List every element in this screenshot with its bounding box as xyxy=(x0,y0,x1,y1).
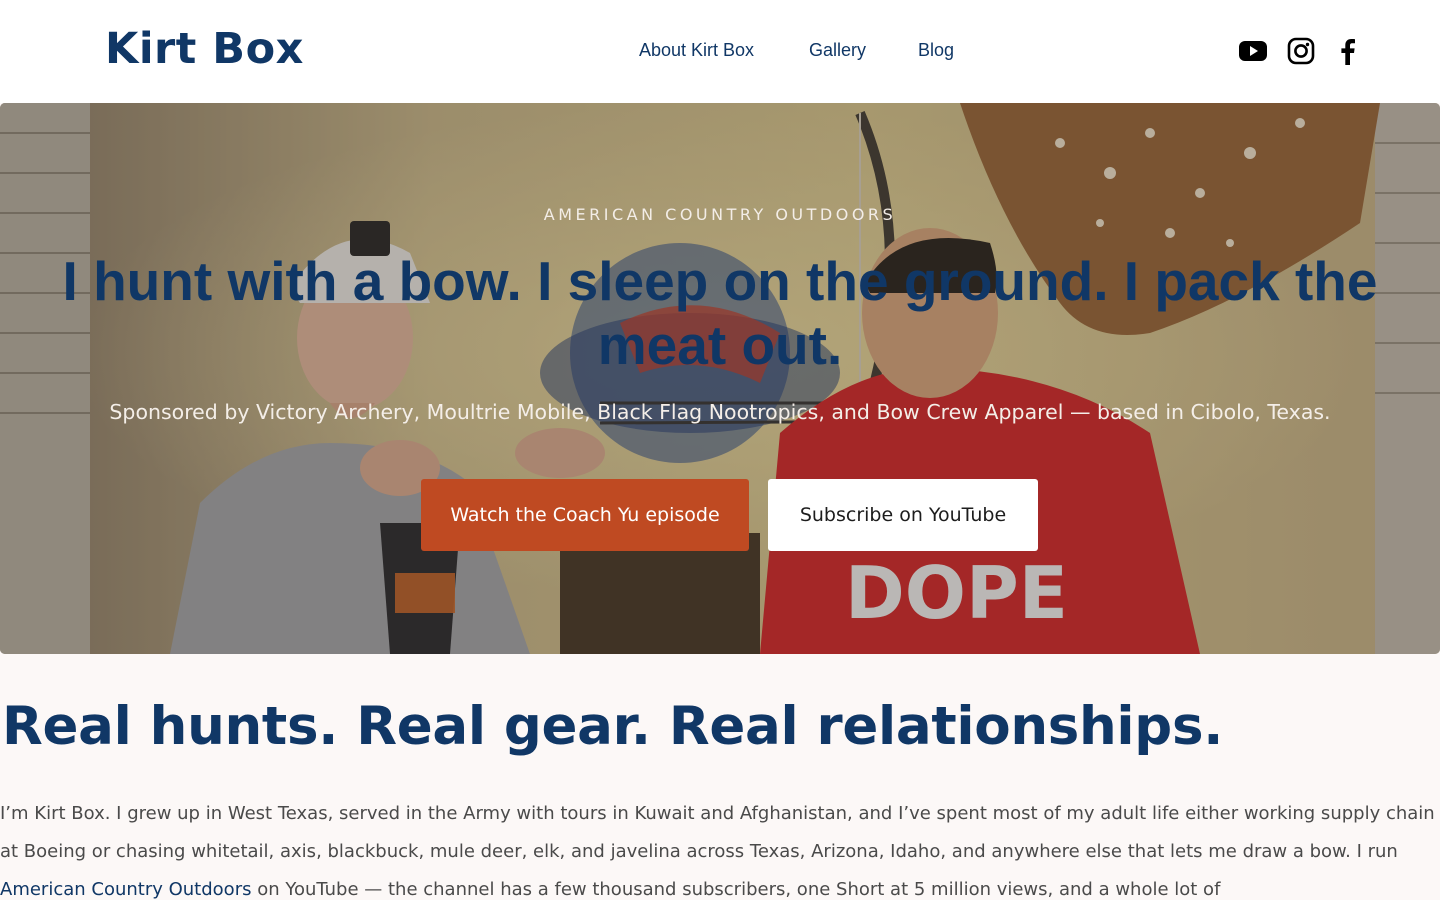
youtube-icon[interactable] xyxy=(1238,36,1268,66)
site-header: Kirt Box About Kirt Box Gallery Blog xyxy=(0,0,1440,103)
instagram-icon[interactable] xyxy=(1287,36,1315,66)
main-nav: About Kirt Box Gallery Blog xyxy=(0,40,1440,64)
hero-subtitle: Sponsored by Victory Archery, Moultrie M… xyxy=(109,400,1331,424)
watch-episode-button[interactable]: Watch the Coach Yu episode xyxy=(421,479,749,551)
intro-text-end: on YouTube — the channel has a few thous… xyxy=(251,879,1221,900)
channel-link[interactable]: American Country Outdoors xyxy=(0,879,251,900)
hero-overlay xyxy=(0,103,1440,654)
subscribe-youtube-button[interactable]: Subscribe on YouTube xyxy=(768,479,1038,551)
hero-headline: I hunt with a bow. I sleep on the ground… xyxy=(62,250,1378,376)
intro-paragraph: I’m Kirt Box. I grew up in West Texas, s… xyxy=(0,795,1440,900)
hero-eyebrow: AMERICAN COUNTRY OUTDOORS xyxy=(543,205,897,224)
intro-heading: Real hunts. Real gear. Real relationship… xyxy=(2,696,1224,757)
facebook-icon[interactable] xyxy=(1335,36,1361,66)
nav-gallery[interactable]: Gallery xyxy=(809,40,866,61)
hero-section: DOPE AMERICAN COUNTRY OUTDOORS I hunt wi… xyxy=(0,103,1440,654)
nav-blog[interactable]: Blog xyxy=(918,40,954,61)
intro-text-start: I’m Kirt Box. I grew up in West Texas, s… xyxy=(0,803,1435,862)
nav-about[interactable]: About Kirt Box xyxy=(639,40,754,61)
